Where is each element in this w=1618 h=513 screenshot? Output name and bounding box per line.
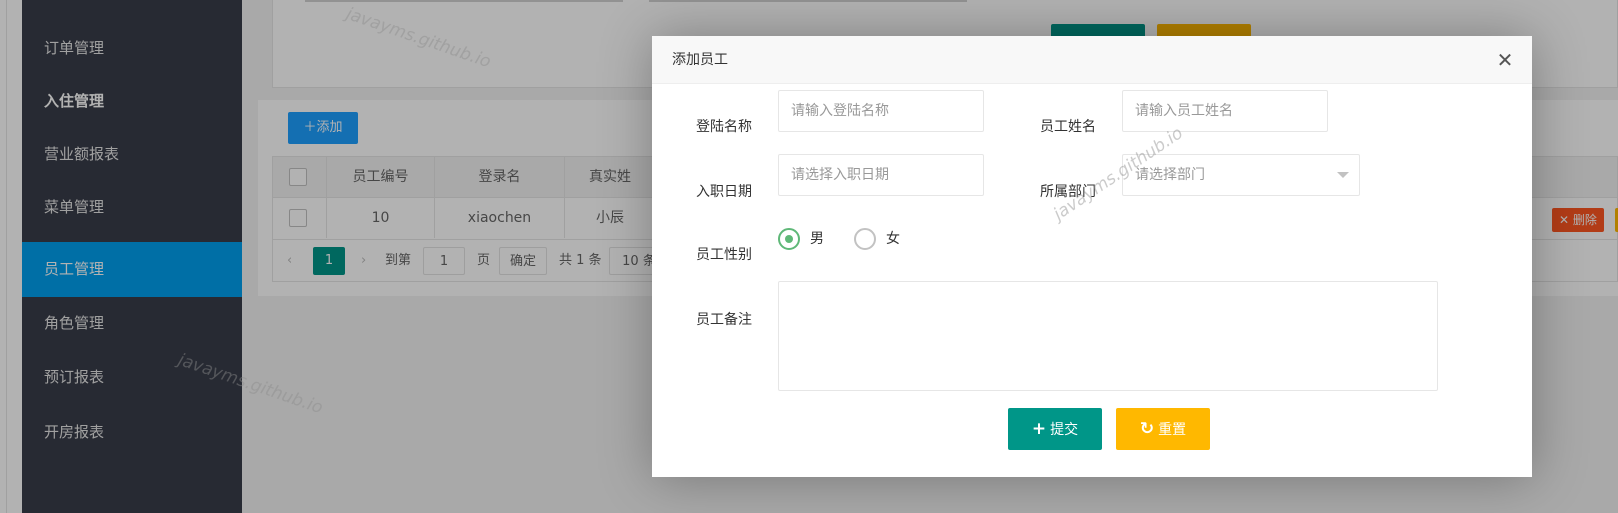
submit-button[interactable]: + 提交 (1008, 408, 1102, 450)
department-placeholder: 请选择部门 (1135, 167, 1205, 183)
remark-textarea[interactable] (778, 281, 1438, 391)
plus-icon: + (1031, 419, 1047, 439)
gender-female-label[interactable]: 女 (886, 228, 900, 250)
login-name-input[interactable]: 请输入登陆名称 (778, 90, 984, 132)
reset-label: 重置 (1158, 422, 1187, 438)
login-name-label: 登陆名称 (696, 119, 752, 135)
submit-label: 提交 (1050, 422, 1079, 438)
real-name-label: 员工姓名 (1040, 119, 1096, 135)
dialog-title: 添加员工 (652, 36, 1532, 84)
close-icon[interactable]: ✕ (1494, 49, 1516, 71)
remark-label: 员工备注 (696, 312, 752, 328)
join-date-label: 入职日期 (696, 184, 752, 200)
gender-male-label[interactable]: 男 (810, 228, 824, 250)
real-name-input[interactable]: 请输入员工姓名 (1122, 90, 1328, 132)
join-date-input[interactable]: 请选择入职日期 (778, 154, 984, 196)
gender-male-radio[interactable] (778, 228, 800, 250)
gender-female-radio[interactable] (854, 228, 876, 250)
department-select[interactable]: 请选择部门 (1122, 154, 1360, 196)
refresh-icon: ↻ (1139, 419, 1155, 439)
add-staff-dialog: 添加员工 ✕ 登陆名称 请输入登陆名称 员工姓名 请输入员工姓名 入职日期 请选… (652, 36, 1532, 477)
gender-label: 员工性别 (696, 247, 752, 263)
chevron-down-icon (1337, 172, 1349, 178)
reset-button[interactable]: ↻ 重置 (1116, 408, 1210, 450)
